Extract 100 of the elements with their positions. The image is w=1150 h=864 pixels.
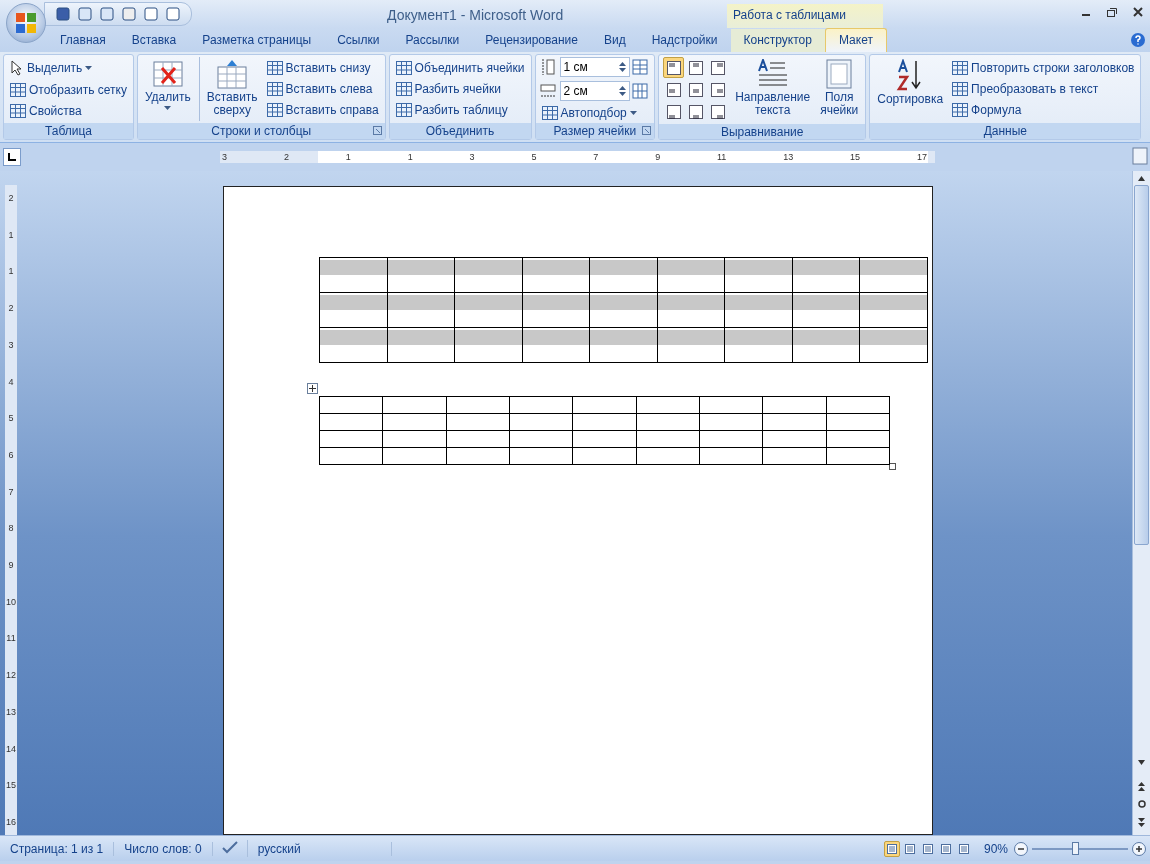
ruler-number: 2 — [8, 303, 14, 314]
office-button[interactable] — [6, 3, 46, 43]
ruler-number: 4 — [8, 376, 14, 387]
ribbon-button[interactable]: Преобразовать в текст — [950, 81, 1137, 97]
ruler-number: 15 — [6, 780, 16, 791]
table-grid-icon — [395, 82, 412, 96]
ribbon-large-button[interactable]: Удалить — [141, 57, 200, 121]
caret-icon — [164, 106, 172, 110]
ribbon-tab[interactable]: Вид — [590, 29, 639, 52]
office-logo-icon — [15, 12, 37, 34]
ruler-number: 13 — [6, 706, 16, 717]
spin-arrows-icon[interactable] — [618, 61, 626, 74]
table-move-handle-icon[interactable] — [307, 383, 318, 394]
ribbon-tab[interactable]: Главная — [47, 29, 119, 52]
ribbon-button[interactable]: Формула — [950, 102, 1137, 119]
align-button[interactable] — [663, 57, 685, 78]
ribbon-large-button[interactable]: Направление текста — [732, 57, 814, 122]
ruler-number: 13 — [783, 151, 794, 163]
group-label: Строки и столбцы — [137, 123, 385, 139]
zoom-thumb[interactable] — [1072, 841, 1080, 855]
distribute-rows-icon[interactable] — [631, 59, 648, 76]
window-title: Документ1 - Microsoft Word — [387, 7, 564, 23]
ruler-number: 11 — [717, 151, 727, 163]
tab-selector-button[interactable] — [3, 148, 21, 166]
ribbon-tab[interactable]: Конструктор — [730, 29, 825, 52]
table-grid-icon — [10, 103, 26, 118]
ruler-number: 1 — [8, 266, 14, 277]
dialog-launcher-icon[interactable] — [642, 126, 652, 135]
zoom-level[interactable]: 90% — [977, 841, 1014, 856]
ruler-number: 16 — [6, 816, 16, 827]
scroll-thumb[interactable] — [1134, 185, 1149, 545]
autofit-button[interactable]: Автоподбор — [539, 104, 650, 121]
restore-icon[interactable] — [1106, 6, 1118, 18]
ribbon-tab[interactable]: Вставка — [118, 29, 190, 52]
zoom-out-icon[interactable] — [1014, 841, 1028, 856]
table-grid-icon — [952, 103, 969, 118]
spin-arrows-icon[interactable] — [618, 85, 626, 97]
table-grid-icon — [266, 82, 283, 96]
distribute-columns-icon[interactable] — [631, 83, 648, 99]
ribbon-tab[interactable]: Ссылки — [324, 29, 393, 52]
ruler-number: 3 — [222, 151, 227, 163]
table-grid-icon — [395, 103, 412, 118]
left-tab-icon — [8, 153, 16, 161]
zoom-in-icon[interactable] — [1132, 841, 1146, 856]
ruler-number: 7 — [8, 486, 14, 497]
ribbon-large-button[interactable]: Вставить сверху — [203, 57, 261, 121]
ribbon-tab[interactable]: Макет — [824, 28, 887, 52]
ribbon-tab[interactable]: Надстройки — [638, 29, 731, 52]
ribbon-tab[interactable]: Рецензирование — [472, 29, 591, 52]
spin-field[interactable]: 1 см — [559, 57, 630, 78]
table-grid-icon — [266, 60, 283, 75]
table-grid-icon — [266, 103, 283, 118]
ribbon-button[interactable]: Отобразить сетку — [8, 82, 129, 98]
ribbon-tab[interactable]: Рассылки — [392, 29, 473, 52]
ribbon-button[interactable]: Вставить слева — [264, 81, 381, 97]
ruler-number: 7 — [593, 151, 599, 163]
align-icon — [710, 82, 725, 97]
ruler-number: 2 — [8, 193, 14, 203]
ruler-number: 12 — [6, 670, 16, 681]
cell-margins-icon — [826, 59, 853, 89]
table-insert-above-icon — [217, 59, 248, 89]
status-text[interactable]: Число слов: 0 — [114, 841, 213, 856]
autofit-icon — [541, 105, 558, 120]
close-icon[interactable] — [1132, 6, 1144, 18]
align-icon — [666, 104, 681, 119]
table-delete-icon — [152, 59, 183, 89]
ribbon-button[interactable]: Разбить ячейки — [393, 81, 527, 97]
ruler-number: 9 — [8, 560, 14, 571]
spin-field[interactable]: 2 см — [559, 81, 630, 101]
status-text[interactable]: Страница: 1 из 1 — [0, 841, 115, 856]
ruler-number: 3 — [8, 339, 14, 350]
align-icon — [666, 82, 681, 97]
ribbon-button[interactable]: Свойства — [8, 102, 129, 119]
ruler-number: 10 — [6, 596, 16, 607]
ruler-number: 5 — [531, 151, 537, 163]
group-label: Данные — [870, 123, 1141, 139]
ribbon-large-button[interactable]: Сортировка — [874, 57, 947, 121]
group-label: Таблица — [4, 123, 133, 139]
ruler-number: 8 — [8, 523, 14, 534]
ribbon-large-button[interactable]: Поля ячейки — [817, 57, 862, 122]
ruler-number: 1 — [8, 229, 14, 240]
help-icon[interactable] — [1130, 32, 1146, 48]
ruler-number: 1 — [345, 151, 351, 163]
ruler-number: 3 — [469, 151, 475, 163]
dialog-launcher-icon[interactable] — [372, 126, 382, 135]
status-text[interactable]: русский — [247, 841, 392, 856]
ribbon-button[interactable]: Объединить ячейки — [393, 59, 527, 76]
vertical-scrollbar[interactable] — [1132, 171, 1150, 835]
ribbon-button[interactable]: Вставить справа — [264, 102, 381, 119]
ribbon-button[interactable]: Вставить снизу — [264, 59, 381, 76]
ribbon-button[interactable]: Разбить таблицу — [393, 102, 527, 119]
ruler-number: 15 — [850, 151, 861, 163]
ruler-number: 6 — [8, 449, 14, 460]
view-button[interactable] — [883, 840, 900, 857]
ruler-number: 17 — [916, 151, 927, 163]
ribbon-tab[interactable]: Разметка страницы — [189, 29, 325, 52]
ribbon-button[interactable]: Выделить — [8, 59, 129, 78]
table-grid-icon — [395, 60, 412, 75]
table-resize-handle[interactable] — [889, 463, 896, 470]
ribbon-button[interactable]: Повторить строки заголовков — [950, 59, 1137, 76]
